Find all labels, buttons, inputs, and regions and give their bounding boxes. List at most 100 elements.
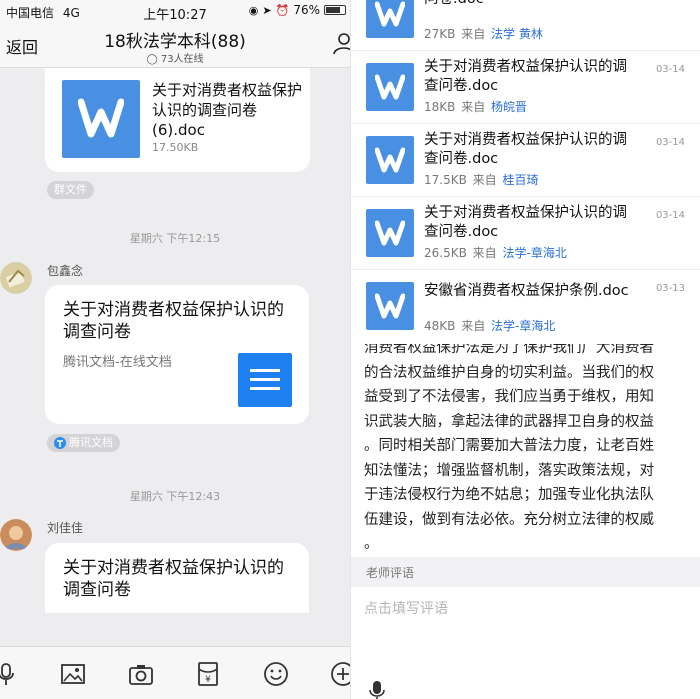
teacher-comment-label: 老师评语 bbox=[366, 566, 415, 580]
red-packet-icon[interactable]: ¥ bbox=[195, 661, 221, 687]
battery-percent: 76% bbox=[293, 3, 320, 17]
file-date: 03-14 bbox=[655, 210, 685, 221]
file-list-screen: 问卷.doc 27KB 来自 法学 黄林 关于对消费者权益保护认识的调 查问卷.… bbox=[350, 0, 700, 699]
battery-icon bbox=[324, 5, 346, 15]
word-file-icon bbox=[62, 80, 140, 158]
essay-line: 知法懂法；增强监督机制，落实政策法规，对 bbox=[364, 462, 654, 479]
file-meta: 48KB 来自 法学-章海北 bbox=[424, 317, 555, 334]
file-list-item[interactable]: 关于对消费者权益保护认识的调 查问卷.doc 26.5KB 来自 法学-章海北 … bbox=[351, 197, 700, 270]
group-title: 18秋法学本科(88) bbox=[104, 32, 246, 52]
file-name-line2: 查问卷.doc bbox=[424, 224, 499, 240]
file-size: 27KB bbox=[424, 27, 456, 41]
more-plus-icon[interactable] bbox=[330, 661, 350, 687]
file-name-line1: 关于对消费者权益保护认识的调 bbox=[424, 205, 627, 221]
file-name-line1: 关于对消费者权益保护认识的调 bbox=[424, 59, 627, 75]
tencent-doc-tag-label: 腾讯文档 bbox=[69, 436, 113, 449]
file-size: 18KB bbox=[424, 100, 456, 114]
from-label: 来自 bbox=[461, 27, 486, 41]
group-members-icon[interactable] bbox=[332, 31, 350, 55]
file-date: 03-13 bbox=[655, 283, 685, 294]
avatar[interactable] bbox=[0, 519, 32, 551]
online-count-text: 73人在线 bbox=[160, 54, 204, 65]
file-name: 关于对消费者权益保护认识的调 查问卷.doc bbox=[424, 58, 644, 96]
file-size: 17.50KB bbox=[152, 141, 199, 154]
word-file-icon bbox=[366, 63, 414, 111]
uploader-name[interactable]: 法学 黄林 bbox=[491, 27, 543, 41]
file-name-line2: 问卷.doc bbox=[424, 0, 644, 9]
from-label: 来自 bbox=[472, 246, 497, 260]
word-file-icon bbox=[366, 136, 414, 184]
file-date: 03-14 bbox=[655, 64, 685, 75]
file-name: 关于对消费者权益保护认识的调查问卷(6).doc bbox=[152, 81, 303, 139]
online-status-icon: ◯ bbox=[146, 54, 158, 65]
file-date: 03-14 bbox=[655, 137, 685, 148]
chat-input-toolbar: ¥ bbox=[0, 646, 350, 699]
file-list-item[interactable]: 关于对消费者权益保护认识的调 查问卷.doc 17.5KB 来自 桂百琦 03-… bbox=[351, 124, 700, 197]
avatar[interactable] bbox=[0, 262, 32, 294]
location-icon: ➤ bbox=[262, 3, 272, 17]
group-file-tag[interactable]: 群文件 bbox=[47, 181, 94, 199]
teacher-comment-header: 老师评语 bbox=[351, 557, 700, 587]
file-name-line1: 安徽省消费者权益保护条例.doc bbox=[424, 283, 629, 299]
image-icon[interactable] bbox=[60, 661, 86, 687]
essay-text: 消费者权益保护法是为了保护我们广大消费者 的合法权益维护自身的切实利益。当我们的… bbox=[364, 340, 694, 557]
from-label: 来自 bbox=[472, 173, 497, 187]
emoji-icon[interactable] bbox=[263, 661, 289, 687]
essay-line: 。 bbox=[364, 536, 379, 552]
voice-icon[interactable] bbox=[0, 661, 19, 687]
sender-name: 刘佳佳 bbox=[47, 521, 84, 535]
doc-title: 关于对消费者权益保护认识的调查问卷 bbox=[63, 300, 284, 342]
file-size: 17.5KB bbox=[424, 173, 467, 187]
message-timestamp: 星期六 下午12:15 bbox=[129, 232, 221, 245]
file-list-item[interactable]: 问卷.doc 27KB 来自 法学 黄林 bbox=[351, 0, 700, 51]
essay-line: 于违法侵权行为绝不姑息；加强专业化执法队 bbox=[364, 487, 654, 503]
rotation-lock-icon: ◉ bbox=[248, 3, 259, 17]
file-name: 关于对消费者权益保护认识的调 查问卷.doc bbox=[424, 131, 644, 169]
file-name-line1: 关于对消费者权益保护认识的调 bbox=[424, 132, 627, 148]
essay-line: 的合法权益维护自身的切实利益。当我们的权 bbox=[364, 364, 654, 381]
online-doc-card[interactable]: 关于对消费者权益保护认识的调查问卷 bbox=[45, 543, 309, 613]
sender-name: 包鑫念 bbox=[47, 264, 84, 278]
group-file-tag-label: 群文件 bbox=[54, 183, 87, 196]
uploader-name[interactable]: 杨皖晋 bbox=[491, 100, 527, 114]
file-meta: 18KB 来自 杨皖晋 bbox=[424, 98, 527, 115]
voice-input-icon[interactable] bbox=[369, 680, 385, 699]
file-meta: 27KB 来自 法学 黄林 bbox=[424, 25, 543, 42]
chat-screen: 中国电信 4G 上午10:27 ◉ ➤ ⏰ 76% 返回 18秋法学本科(88)… bbox=[0, 0, 350, 699]
uploader-name[interactable]: 桂百琦 bbox=[503, 173, 539, 187]
file-size: 48KB bbox=[424, 319, 456, 333]
file-meta: 26.5KB 来自 法学-章海北 bbox=[424, 244, 567, 261]
svg-text:¥: ¥ bbox=[205, 675, 211, 685]
word-file-icon bbox=[366, 0, 414, 38]
status-bar: 中国电信 4G 上午10:27 ◉ ➤ ⏰ 76% bbox=[0, 0, 350, 23]
camera-icon[interactable] bbox=[128, 661, 154, 687]
doc-title: 关于对消费者权益保护认识的调查问卷 bbox=[63, 558, 284, 600]
doc-source: 腾讯文档-在线文档 bbox=[63, 355, 172, 370]
from-label: 来自 bbox=[461, 100, 486, 114]
teacher-comment-input[interactable]: 点击填写评语 bbox=[364, 598, 448, 618]
file-meta: 17.5KB 来自 桂百琦 bbox=[424, 171, 539, 188]
file-list-item[interactable]: 安徽省消费者权益保护条例.doc 48KB 来自 法学-章海北 03-13 bbox=[351, 270, 700, 343]
status-icons: ◉ ➤ ⏰ 76% bbox=[249, 3, 346, 17]
file-list-item[interactable]: 关于对消费者权益保护认识的调 查问卷.doc 18KB 来自 杨皖晋 03-14 bbox=[351, 51, 700, 124]
uploader-name[interactable]: 法学-章海北 bbox=[491, 319, 555, 333]
file-name: 安徽省消费者权益保护条例.doc bbox=[424, 282, 644, 301]
essay-line: 伍建设，做到有法必依。充分树立法律的权威 bbox=[364, 511, 654, 528]
file-name-line2: 查问卷.doc bbox=[424, 151, 499, 167]
from-label: 来自 bbox=[461, 319, 486, 333]
file-message-bubble[interactable]: 关于对消费者权益保护认识的调查问卷(6).doc 17.50KB bbox=[45, 68, 310, 172]
online-doc-card[interactable]: 关于对消费者权益保护认识的调查问卷 腾讯文档-在线文档 bbox=[45, 285, 309, 424]
word-file-icon bbox=[366, 209, 414, 257]
file-size: 26.5KB bbox=[424, 246, 467, 260]
word-file-icon bbox=[366, 282, 414, 330]
uploader-name[interactable]: 法学-章海北 bbox=[503, 246, 567, 260]
file-name-line2: 查问卷.doc bbox=[424, 78, 499, 94]
online-count: ◯ 73人在线 bbox=[0, 50, 350, 65]
essay-line: 益受到了不法侵害，我们应当勇于维权，用知 bbox=[364, 389, 654, 405]
chat-header: 返回 18秋法学本科(88) ◯ 73人在线 bbox=[0, 22, 350, 68]
tencent-doc-icon bbox=[54, 437, 66, 449]
file-name: 关于对消费者权益保护认识的调 查问卷.doc bbox=[424, 204, 644, 242]
message-timestamp: 星期六 下午12:43 bbox=[129, 490, 221, 503]
tencent-doc-tag[interactable]: 腾讯文档 bbox=[47, 434, 120, 452]
essay-line: 识武装大脑，拿起法律的武器捍卫自身的权益 bbox=[364, 413, 654, 430]
